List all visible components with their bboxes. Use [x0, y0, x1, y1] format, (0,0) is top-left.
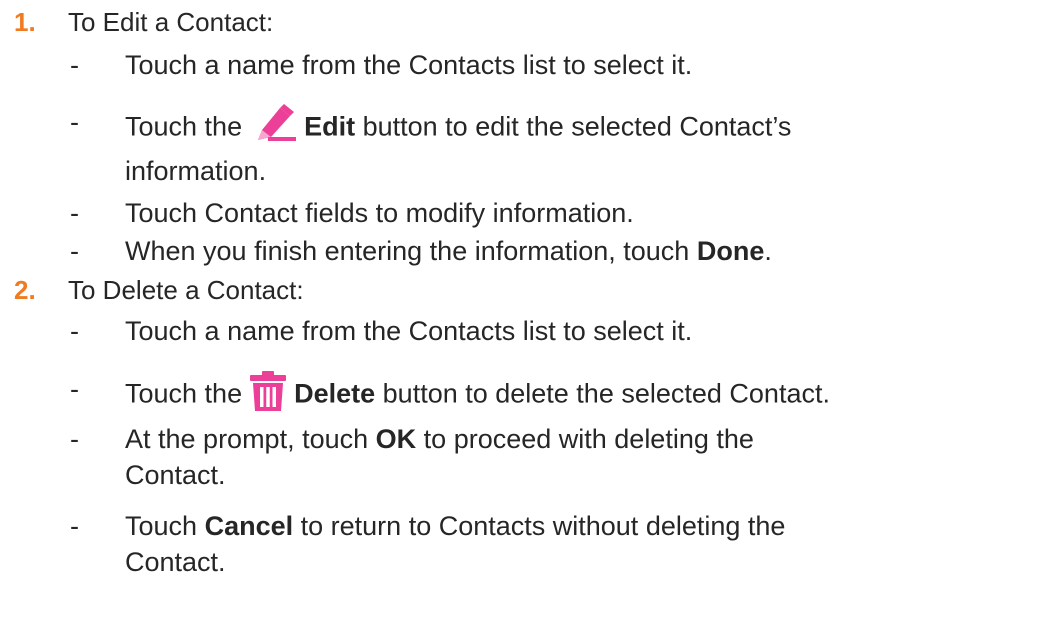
list-item-text: Touch Cancel to return to Contacts witho… [125, 508, 1035, 580]
dash-marker: - [70, 198, 79, 228]
text-after-icon: button to delete the selected Contact. [382, 378, 830, 409]
list-item-text: Touch a name from the Contacts list to s… [125, 50, 693, 80]
section-title: To Delete a Contact: [68, 274, 304, 305]
text-before-bold: Touch [125, 511, 198, 541]
text-after-icon: button to edit the selected Contact’s [362, 111, 792, 142]
text-before-bold: At the prompt, touch [125, 424, 369, 454]
text-after-bold: to return to Contacts without deleting t… [300, 511, 786, 541]
text-before-icon: Touch the [125, 111, 243, 142]
trash-icon [248, 371, 288, 420]
dash-marker: - [70, 424, 79, 454]
section-number: 1. [14, 6, 36, 37]
cancel-label: Cancel [204, 511, 294, 541]
text-before-icon: Touch the [125, 378, 243, 409]
edit-button-label: Edit [304, 111, 356, 142]
pencil-icon [248, 104, 298, 153]
list-item-text: Touch Contact fields to modify informati… [125, 198, 634, 228]
list-item-text: Touch a name from the Contacts list to s… [125, 316, 693, 346]
text-after-bold: to proceed with deleting the [423, 424, 754, 454]
text-after-bold: . [764, 236, 772, 266]
text-before-bold: When you finish entering the information… [125, 236, 690, 266]
dash-marker: - [70, 511, 79, 541]
instructions-page: 1. To Edit a Contact: - Touch a name fro… [0, 0, 1049, 623]
ok-label: OK [375, 424, 417, 454]
dash-marker: - [70, 236, 79, 266]
done-label: Done [696, 236, 765, 266]
section-number: 2. [14, 274, 36, 305]
list-item-text: Touch the Delete button to delete the se… [125, 371, 1035, 420]
list-item-continuation: Contact. [125, 460, 226, 490]
dash-marker: - [70, 316, 79, 346]
dash-marker: - [70, 107, 79, 137]
list-item-text: Touch the Edit button to edit the select… [125, 104, 1035, 189]
list-item-text: When you finish entering the information… [125, 233, 1035, 269]
dash-marker: - [70, 374, 79, 404]
list-item-continuation: Contact. [125, 547, 226, 577]
section-title: To Edit a Contact: [68, 6, 274, 37]
delete-button-label: Delete [294, 378, 376, 409]
list-item-continuation: information. [125, 156, 267, 186]
dash-marker: - [70, 50, 79, 80]
list-item-text: At the prompt, touch OK to proceed with … [125, 421, 1035, 493]
